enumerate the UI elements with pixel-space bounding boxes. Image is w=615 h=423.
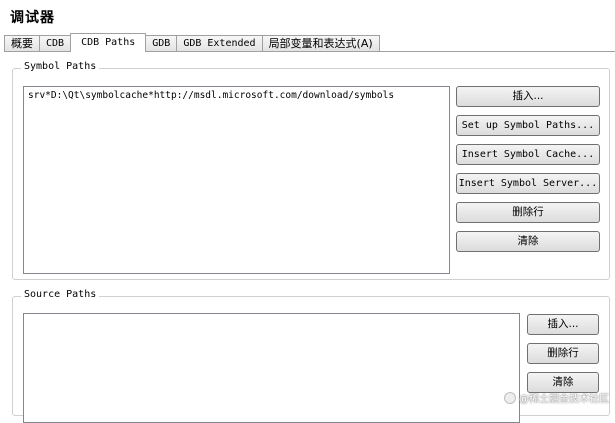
insert-symbol-server-button[interactable]: Insert Symbol Server...	[456, 173, 600, 194]
watermark-text: @稀土掘金技术社区	[519, 394, 609, 405]
tab-gdb[interactable]: GDB	[145, 35, 178, 51]
symbol-paths-title: Symbol Paths	[21, 61, 100, 72]
tab-locals-expressions[interactable]: 局部变量和表达式(A)	[261, 35, 380, 51]
source-paths-list[interactable]	[23, 313, 520, 423]
symbol-insert-button[interactable]: 插入...	[456, 86, 600, 107]
tab-cdb[interactable]: CDB	[39, 35, 72, 51]
tab-gdb-extended[interactable]: GDB Extended	[176, 35, 263, 51]
page-title: 调试器	[10, 10, 55, 26]
source-paths-title: Source Paths	[21, 289, 100, 300]
symbol-paths-list[interactable]: srv*D:\Qt\symbolcache*http://msdl.micros…	[23, 86, 450, 274]
source-insert-button[interactable]: 插入...	[527, 314, 599, 335]
watermark: @稀土掘金技术社区	[504, 390, 609, 405]
setup-symbol-paths-button[interactable]: Set up Symbol Paths...	[456, 115, 600, 136]
insert-symbol-cache-button[interactable]: Insert Symbol Cache...	[456, 144, 600, 165]
symbol-clear-button[interactable]: 清除	[456, 231, 600, 252]
symbol-paths-group: Symbol Paths srv*D:\Qt\symbolcache*http:…	[12, 61, 610, 280]
tab-bar: 概要 CDB CDB Paths GDB GDB Extended 局部变量和表…	[4, 33, 380, 52]
tab-overview[interactable]: 概要	[4, 35, 40, 51]
source-delete-row-button[interactable]: 删除行	[527, 343, 599, 364]
symbol-delete-row-button[interactable]: 删除行	[456, 202, 600, 223]
list-item[interactable]: srv*D:\Qt\symbolcache*http://msdl.micros…	[24, 87, 449, 104]
watermark-logo-icon	[504, 391, 516, 404]
tab-cdb-paths[interactable]: CDB Paths	[70, 33, 147, 52]
